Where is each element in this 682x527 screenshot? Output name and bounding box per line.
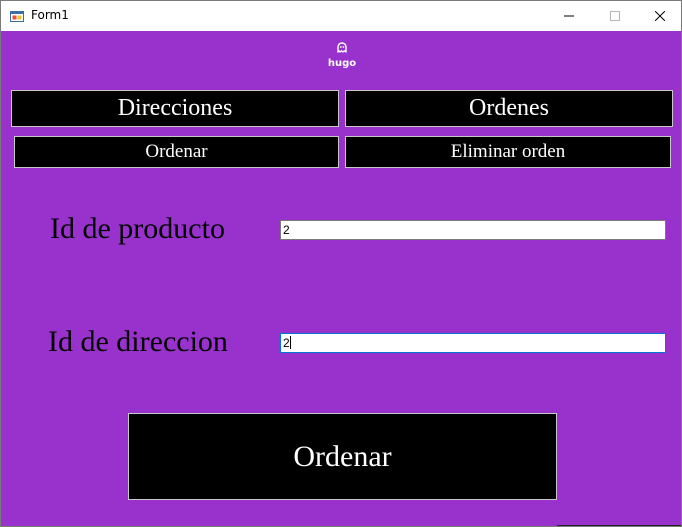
- direccion-id-value: 2: [283, 336, 290, 350]
- producto-id-label: Id de producto: [50, 212, 225, 245]
- minimize-icon: [564, 15, 574, 17]
- form1-window: Form1 hugo Direcciones Ordenes Ordenar E…: [0, 0, 682, 527]
- title-bar[interactable]: Form1: [1, 1, 681, 31]
- eliminar-orden-button[interactable]: Eliminar orden: [345, 136, 671, 168]
- logo-text: hugo: [327, 58, 357, 69]
- direccion-id-label: Id de direccion: [48, 325, 228, 358]
- direccion-id-input[interactable]: 2: [280, 333, 666, 353]
- maximize-button[interactable]: [592, 1, 638, 31]
- close-icon: [655, 11, 665, 21]
- form-app-icon: [10, 11, 24, 22]
- window-title: Form1: [31, 8, 69, 22]
- ordenar-nav-button[interactable]: Ordenar: [14, 136, 339, 168]
- hugo-logo: hugo: [319, 39, 365, 73]
- maximize-icon: [610, 11, 620, 21]
- producto-id-input[interactable]: 2: [280, 220, 666, 240]
- ordenar-submit-button[interactable]: Ordenar: [128, 413, 557, 500]
- ghost-icon: [337, 42, 347, 53]
- ordenes-button[interactable]: Ordenes: [345, 90, 673, 127]
- direcciones-button[interactable]: Direcciones: [11, 90, 339, 127]
- text-caret: [289, 336, 291, 349]
- minimize-button[interactable]: [546, 1, 592, 31]
- bottom-edge-line: [557, 525, 681, 526]
- form-client-area: hugo Direcciones Ordenes Ordenar Elimina…: [1, 31, 681, 526]
- close-button[interactable]: [637, 1, 682, 31]
- producto-id-value: 2: [283, 223, 290, 237]
